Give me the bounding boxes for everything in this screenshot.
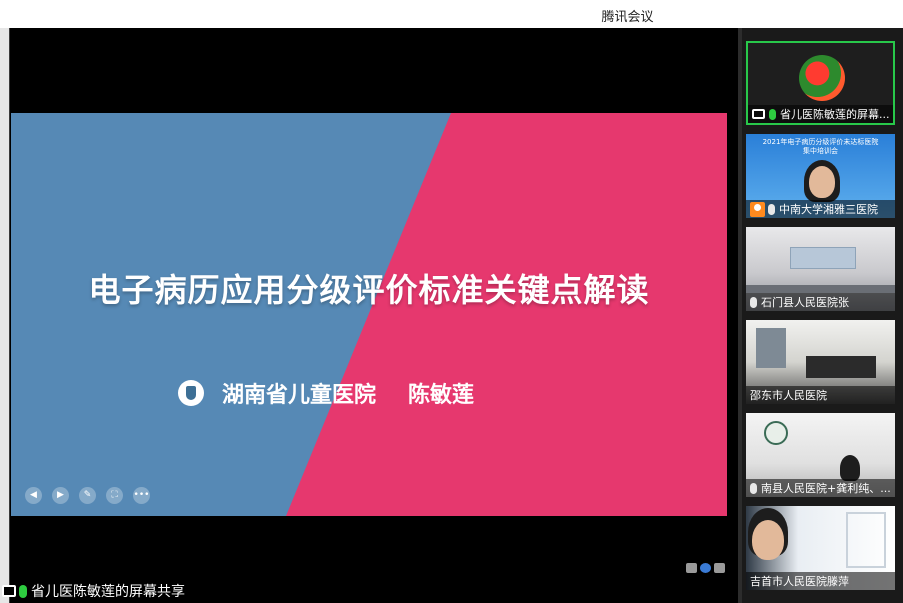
slide-background	[11, 113, 727, 516]
microphone-icon	[769, 108, 776, 120]
participant-label: 石门县人民医院张	[746, 293, 895, 311]
person-face	[809, 166, 835, 198]
participant-name: 省儿医陈敏莲的屏幕...	[780, 108, 890, 121]
slide-organization: 湖南省儿童医院	[222, 383, 377, 408]
microphone-icon	[19, 584, 27, 598]
video-banner: 2021年电子病历分级评价未达标医院 集中培训会	[754, 138, 887, 156]
title-bar: 腾讯会议	[0, 0, 903, 28]
help-icon[interactable]	[700, 563, 711, 573]
room-desk	[746, 285, 895, 293]
participant-label: 邵东市人民医院	[746, 386, 895, 404]
banner-line: 集中培训会	[803, 147, 838, 155]
participant-name: 吉首市人民医院滕萍	[750, 575, 849, 588]
banner-line: 2021年电子病历分级评价未达标医院	[762, 138, 879, 146]
stage-edge	[0, 28, 10, 603]
slide-toolbar: ◀ ▶ ✎ ⛶ •••	[25, 487, 150, 504]
room-sign	[790, 247, 856, 269]
participant-tile[interactable]: 省儿医陈敏莲的屏幕...	[746, 41, 895, 125]
microphone-muted-icon	[768, 203, 775, 215]
right-arrow-icon[interactable]: ▶	[52, 487, 69, 504]
view-controls	[686, 563, 725, 573]
room-cabinet	[846, 512, 886, 568]
presentation-slide: 电子病历应用分级评价标准关键点解读 湖南省儿童医院 陈敏莲 ◀ ▶ ✎ ⛶ ••…	[11, 113, 727, 516]
participant-tile[interactable]: 2021年电子病历分级评价未达标医院 集中培训会 中南大学湘雅三医院	[746, 134, 895, 218]
fullscreen-icon[interactable]: ⛶	[106, 487, 123, 504]
share-status-label: 省儿医陈敏莲的屏幕共享	[31, 584, 185, 600]
participant-label: 中南大学湘雅三医院	[746, 200, 895, 218]
participant-label: 吉首市人民医院滕萍	[746, 572, 895, 590]
microphone-muted-icon	[750, 482, 757, 494]
room-window	[756, 328, 786, 368]
participant-name: 邵东市人民医院	[750, 389, 827, 402]
participant-label: 省儿医陈敏莲的屏幕...	[748, 105, 893, 123]
slide-subtitle: 湖南省儿童医院 陈敏莲	[178, 377, 474, 409]
participant-tile[interactable]: 吉首市人民医院滕萍	[746, 506, 895, 590]
avatar	[799, 55, 845, 101]
participant-tile[interactable]: 石门县人民医院张	[746, 227, 895, 311]
participant-name: 南县人民医院+龚利纯、...	[761, 482, 891, 495]
hospital-logo-icon	[764, 421, 788, 445]
hospital-logo-icon	[178, 380, 204, 406]
screen-share-icon	[752, 109, 765, 119]
window-title: 腾讯会议	[601, 10, 654, 25]
slide-title: 电子病历应用分级评价标准关键点解读	[88, 271, 650, 309]
participant-name: 石门县人民医院张	[761, 296, 849, 309]
slide-author: 陈敏莲	[408, 383, 475, 408]
participant-tile[interactable]: 南县人民医院+龚利纯、...	[746, 413, 895, 497]
microphone-muted-icon	[750, 296, 757, 308]
expand-icon[interactable]	[714, 563, 725, 573]
left-arrow-icon[interactable]: ◀	[25, 487, 42, 504]
participant-label: 南县人民医院+龚利纯、...	[746, 479, 895, 497]
participant-tile[interactable]: 邵东市人民医院	[746, 320, 895, 404]
room-desk	[806, 356, 876, 378]
more-icon[interactable]: •••	[133, 487, 150, 504]
share-status: 省儿医陈敏莲的屏幕共享	[2, 581, 185, 601]
screen-share-icon	[2, 585, 16, 597]
sidebar-divider[interactable]	[738, 28, 742, 603]
layout-icon[interactable]	[686, 563, 697, 573]
host-icon	[750, 201, 765, 217]
participant-name: 中南大学湘雅三医院	[779, 203, 878, 216]
pen-icon[interactable]: ✎	[79, 487, 96, 504]
person-face	[752, 520, 784, 560]
person-hair	[840, 455, 860, 481]
